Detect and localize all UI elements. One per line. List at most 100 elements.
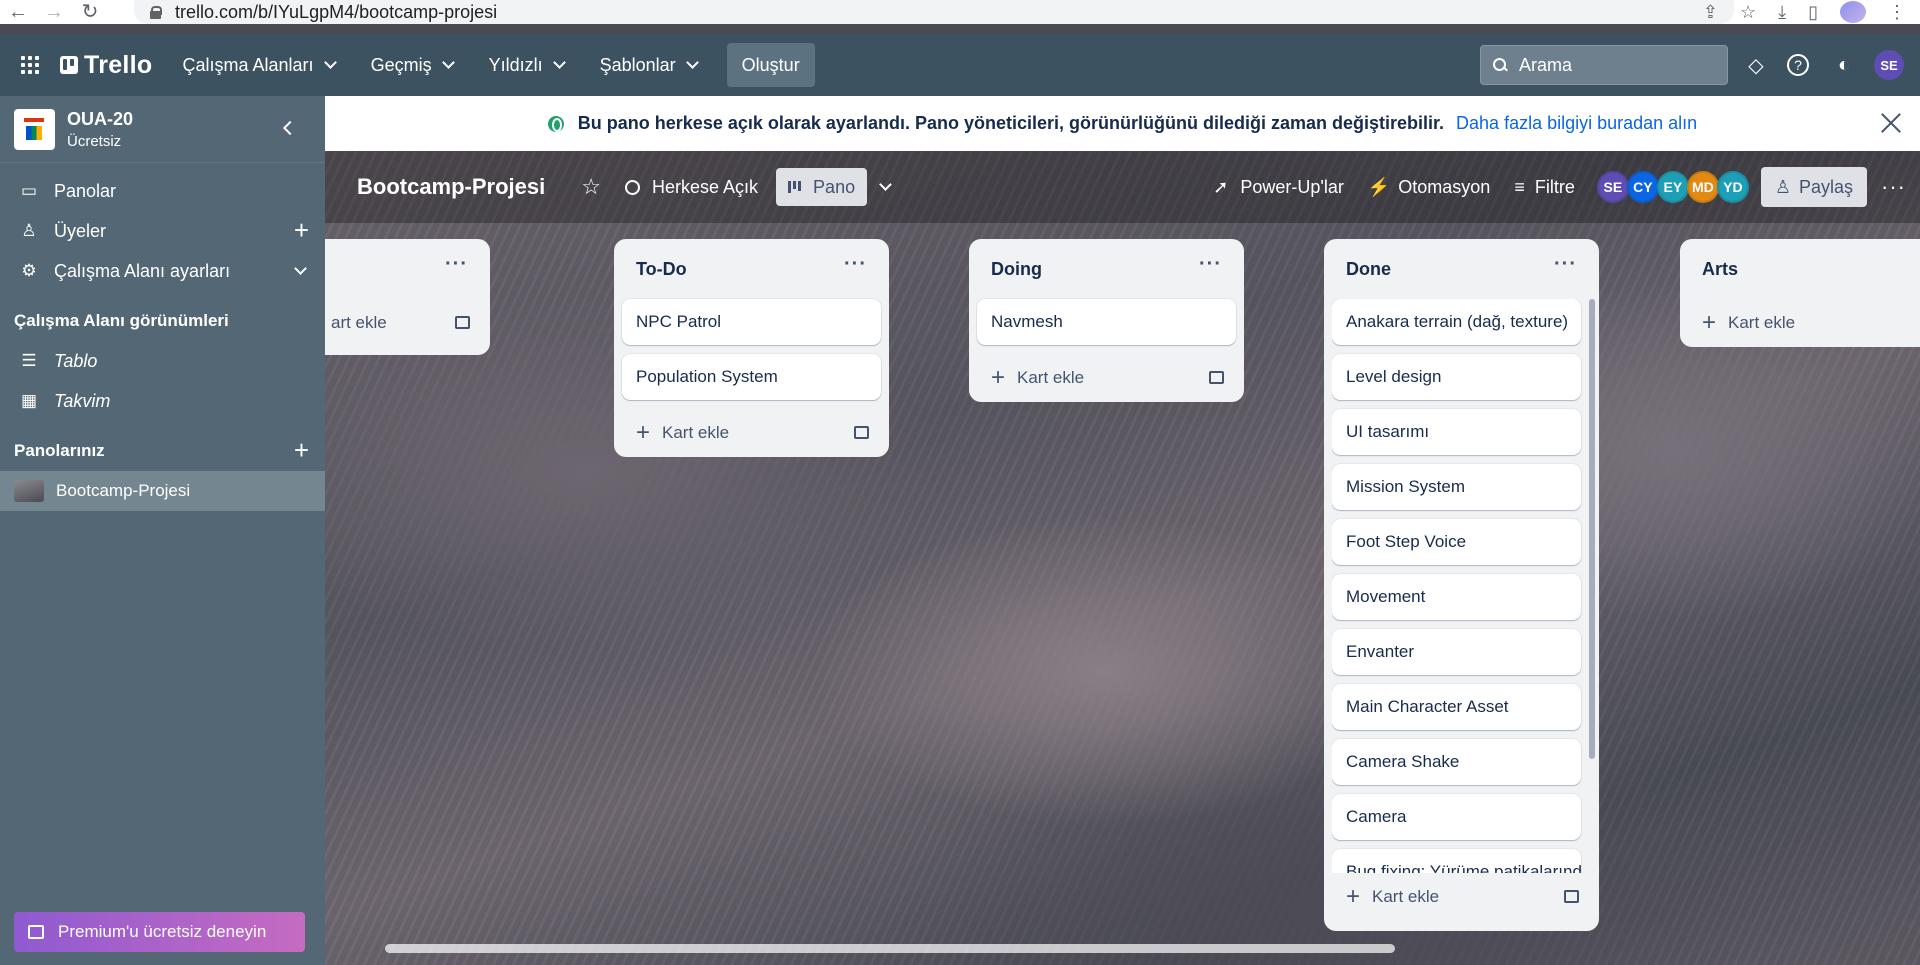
url-text[interactable]: trello.com/b/IYuLgpM4/bootcamp-projesi [175,2,497,23]
search-input[interactable] [1519,54,1699,76]
visibility-button[interactable]: Herkese Açık [613,168,770,206]
view-switcher-button[interactable] [867,168,902,206]
card[interactable]: Camera [1332,794,1581,840]
card[interactable]: Foot Step Voice [1332,519,1581,565]
done-cards-scroll[interactable]: Anakara terrain (dağ, texture) Level des… [1332,299,1591,873]
member-avatar[interactable]: YD [1716,171,1749,203]
add-board-icon[interactable]: + [294,437,309,463]
list-menu-icon[interactable]: ··· [1199,253,1222,276]
board-menu-icon[interactable]: ··· [1881,174,1906,200]
member-avatar[interactable]: CY [1626,171,1659,203]
learn-more-link[interactable]: Daha fazla bilgiyi buradan alın [1456,113,1697,134]
download-icon[interactable]: ⤓ [1778,2,1786,23]
chevron-down-icon [685,56,699,69]
card[interactable]: Movement [1332,574,1581,620]
trello-logo[interactable]: Trello [60,51,153,80]
card[interactable]: NPC Patrol [622,299,881,345]
sidebar-item-label: Takvim [54,390,111,411]
create-button[interactable]: Oluştur [726,43,815,87]
board-members: SE CY EY MD YD [1596,171,1749,203]
collapse-sidebar-icon[interactable] [282,120,298,136]
premium-trial-button[interactable]: Premium'u ücretsiz deneyin [14,912,305,952]
sidebar-item-table[interactable]: ☰ Tablo [0,341,325,381]
list-menu-icon[interactable]: ··· [445,253,468,276]
menu-workspaces-label: Çalışma Alanları [182,54,314,75]
card[interactable]: UI tasarımı [1332,409,1581,455]
share-button[interactable]: ♙ Paylaş [1760,167,1868,207]
menu-starred[interactable]: Yıldızlı [477,45,576,85]
add-member-icon[interactable]: + [294,217,309,243]
member-avatar[interactable]: EY [1656,171,1689,203]
share-page-icon[interactable]: ⇪ [1703,2,1718,23]
back-icon[interactable]: ← [0,2,36,22]
member-avatar[interactable]: SE [1596,171,1629,203]
sidebar-item-settings[interactable]: ⚙ Çalışma Alanı ayarları [0,251,325,291]
list-scrollbar[interactable] [1589,299,1595,759]
browser-menu-icon[interactable]: ⋮ [1888,2,1906,23]
menu-recent[interactable]: Geçmiş [359,45,465,85]
card[interactable]: Anakara terrain (dağ, texture) [1332,299,1581,345]
chevron-down-icon[interactable] [294,262,307,275]
help-icon[interactable]: ? [1787,54,1809,76]
list-title[interactable]: Doing [991,259,1042,280]
side-panel-icon[interactable]: ▯ [1808,2,1818,23]
menu-templates-label: Şablonlar [599,54,676,75]
filter-button[interactable]: ≡ Filtre [1502,168,1587,206]
menu-templates[interactable]: Şablonlar [588,45,709,85]
template-icon[interactable] [1564,890,1579,903]
member-avatar[interactable]: MD [1686,171,1719,203]
add-card-button[interactable]: + Kart ekle [1688,299,1920,347]
card[interactable]: Envanter [1332,629,1581,675]
sidebar-item-label: Üyeler [54,220,107,241]
board-view-button[interactable]: Pano [776,168,868,206]
sidebar-board-bootcamp[interactable]: Bootcamp-Projesi [0,471,325,511]
forward-icon[interactable]: → [36,2,72,22]
star-board-button[interactable]: ☆ [569,168,613,206]
card[interactable]: Camera Shake [1332,739,1581,785]
card[interactable]: Bug fixing: Yürüme patikalarındaki [1332,849,1581,873]
visibility-label: Herkese Açık [652,176,759,197]
sidebar-item-label: Tablo [54,350,98,371]
add-card-button[interactable]: + Kart ekle [1332,873,1591,921]
card[interactable]: Mission System [1332,464,1581,510]
workspace-name: OUA-20 [67,108,134,129]
add-card-button[interactable]: + Kart ekle [622,409,881,457]
gift-icon [28,925,44,939]
list-menu-icon[interactable]: ··· [1554,253,1577,276]
sidebar-item-calendar[interactable]: ▦ Takvim [0,381,325,421]
board-horizontal-scrollbar[interactable] [385,944,1395,953]
browser-profile-avatar[interactable] [1840,1,1866,23]
list-title[interactable]: Done [1346,259,1391,280]
add-card-button[interactable]: + Kart ekle [977,354,1236,402]
chevron-down-icon [323,56,337,69]
card[interactable]: Population System [622,354,881,400]
card[interactable]: Navmesh [977,299,1236,345]
user-avatar[interactable]: SE [1874,50,1904,80]
app-switcher-icon[interactable] [0,34,60,96]
add-card-button[interactable]: art ekle [325,299,482,347]
list-menu-icon[interactable]: ··· [844,253,867,276]
plus-icon: + [991,364,1006,391]
powerups-button[interactable]: ➚ Power-Up'lar [1201,168,1356,206]
board-title[interactable]: Bootcamp-Projesi [357,174,545,200]
close-icon[interactable] [1878,110,1904,136]
filter-icon: ≡ [1514,176,1525,197]
card[interactable]: Level design [1332,354,1581,400]
card[interactable]: Main Character Asset [1332,684,1581,730]
template-icon[interactable] [854,426,869,439]
add-card-label: Kart ekle [1372,887,1440,906]
reload-icon[interactable]: ↻ [72,2,108,22]
sidebar-item-members[interactable]: ♙ Üyeler + [0,211,325,251]
sidebar-item-boards[interactable]: ▭ Panolar [0,171,325,211]
template-icon[interactable] [1209,371,1224,384]
menu-workspaces[interactable]: Çalışma Alanları [171,45,347,85]
address-bar[interactable]: trello.com/b/IYuLgpM4/bootcamp-projesi [134,0,1734,24]
theme-icon[interactable]: ◐ [1831,52,1857,78]
list-title[interactable]: Arts [1702,259,1738,280]
bookmark-star-icon[interactable]: ☆ [1740,2,1756,23]
notifications-icon[interactable]: ◇ [1743,52,1769,78]
list-title[interactable]: To-Do [636,259,687,280]
template-icon[interactable] [455,316,470,329]
search-box[interactable] [1480,45,1728,85]
automation-button[interactable]: ⚡ Otomasyon [1356,168,1502,206]
